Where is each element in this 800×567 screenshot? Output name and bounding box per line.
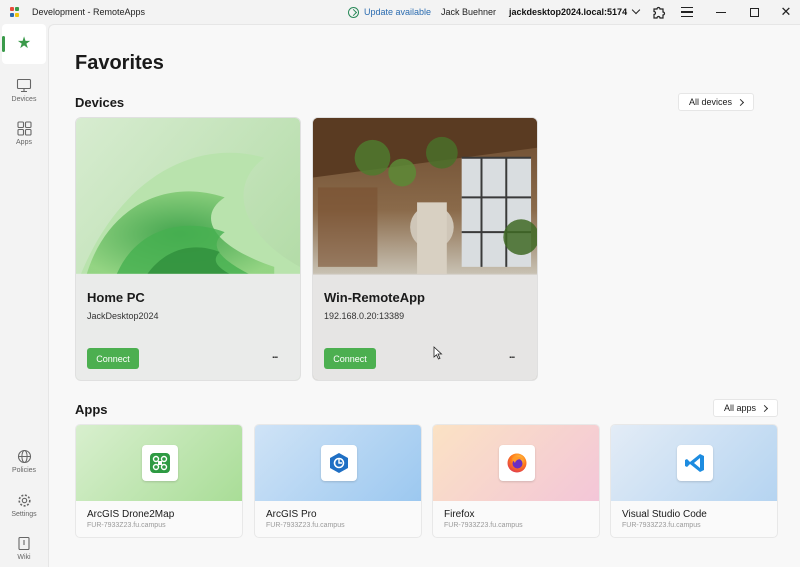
device-card-win-remoteapp[interactable]: Win-RemoteApp 192.168.0.20:13389 Connect… bbox=[312, 117, 538, 381]
page-title: Favorites bbox=[75, 52, 164, 74]
app-card-vscode[interactable]: Visual Studio Code FUR-7933Z23.fu.campus bbox=[610, 424, 778, 538]
sidebar-item-label: Wiki bbox=[17, 554, 31, 561]
device-name: Home PC bbox=[87, 290, 145, 305]
sidebar-item-favorites[interactable]: ★ bbox=[2, 24, 46, 64]
device-address: JackDesktop2024 bbox=[87, 311, 159, 321]
app-name: ArcGIS Drone2Map bbox=[87, 509, 175, 520]
device-address: 192.168.0.20:13389 bbox=[324, 311, 405, 321]
apps-section-title: Apps bbox=[75, 402, 108, 417]
all-apps-label: All apps bbox=[724, 403, 757, 413]
connect-button[interactable]: Connect bbox=[324, 348, 376, 369]
devices-section-title: Devices bbox=[75, 95, 125, 110]
user-name: Jack Buehner bbox=[441, 7, 497, 17]
close-button[interactable]: ✕ bbox=[778, 4, 794, 20]
sidebar-item-settings[interactable]: Settings bbox=[2, 485, 46, 525]
sidebar-item-devices[interactable]: Devices bbox=[2, 70, 46, 110]
app-host: FUR-7933Z23.fu.campus bbox=[87, 522, 166, 529]
mouse-cursor-icon bbox=[433, 346, 443, 360]
sidebar-item-apps[interactable]: Apps bbox=[2, 113, 46, 153]
all-apps-button[interactable]: All apps bbox=[713, 399, 779, 417]
window-title: Development - RemoteApps bbox=[32, 7, 146, 17]
vscode-icon bbox=[677, 445, 713, 481]
app-logo-icon bbox=[10, 7, 20, 17]
host-select[interactable]: jackdesktop2024.local:5174 bbox=[509, 4, 641, 20]
update-label: Update available bbox=[364, 7, 432, 17]
sidebar: ★ Devices Apps Policies Settings Wiki bbox=[0, 24, 48, 567]
chevron-down-icon bbox=[631, 5, 641, 15]
minimize-button[interactable] bbox=[713, 4, 729, 20]
sidebar-item-policies[interactable]: Policies bbox=[2, 441, 46, 481]
app-card-drone2map[interactable]: ArcGIS Drone2Map FUR-7933Z23.fu.campus bbox=[75, 424, 243, 538]
app-name: Firefox bbox=[444, 509, 475, 520]
sidebar-item-wiki[interactable]: Wiki bbox=[2, 528, 46, 567]
sidebar-item-label: Policies bbox=[11, 467, 37, 474]
more-options-button[interactable]: ... bbox=[272, 350, 278, 361]
drone2map-icon bbox=[142, 445, 178, 481]
extensions-button[interactable] bbox=[651, 4, 667, 20]
gear-icon bbox=[16, 492, 32, 508]
close-icon: ✕ bbox=[780, 4, 792, 19]
sidebar-item-label: Settings bbox=[11, 511, 37, 518]
monitor-icon bbox=[16, 77, 32, 93]
update-icon bbox=[348, 6, 359, 18]
update-available-button[interactable]: Update available bbox=[348, 5, 431, 19]
app-host: FUR-7933Z23.fu.campus bbox=[266, 522, 345, 529]
sidebar-item-label: Devices bbox=[11, 96, 37, 103]
maximize-icon bbox=[749, 7, 759, 17]
apps-grid-icon bbox=[16, 120, 32, 136]
app-host: FUR-7933Z23.fu.campus bbox=[622, 522, 701, 529]
all-devices-label: All devices bbox=[689, 97, 733, 107]
all-devices-button[interactable]: All devices bbox=[678, 93, 755, 111]
app-card-arcgis-pro[interactable]: ArcGIS Pro FUR-7933Z23.fu.campus bbox=[254, 424, 422, 538]
app-name: ArcGIS Pro bbox=[266, 509, 317, 520]
app-host: FUR-7933Z23.fu.campus bbox=[444, 522, 523, 529]
chevron-right-icon bbox=[760, 404, 769, 412]
device-name: Win-RemoteApp bbox=[324, 290, 425, 305]
more-options-button[interactable]: ... bbox=[509, 350, 515, 361]
chevron-right-icon bbox=[736, 98, 745, 106]
firefox-icon bbox=[499, 445, 535, 481]
sidebar-item-label: Apps bbox=[16, 139, 32, 146]
maximize-button[interactable] bbox=[746, 4, 762, 20]
device-card-home-pc[interactable]: Home PC JackDesktop2024 Connect ... bbox=[75, 117, 301, 381]
arcgis-pro-icon bbox=[321, 445, 357, 481]
app-card-firefox[interactable]: Firefox FUR-7933Z23.fu.campus bbox=[432, 424, 600, 538]
star-icon: ★ bbox=[16, 35, 32, 52]
title-bar: Development - RemoteApps Update availabl… bbox=[0, 0, 800, 24]
book-icon bbox=[16, 535, 32, 551]
puzzle-icon bbox=[653, 6, 666, 19]
app-name: Visual Studio Code bbox=[622, 509, 707, 520]
globe-icon bbox=[16, 448, 32, 464]
menu-button[interactable] bbox=[679, 4, 695, 20]
connect-button[interactable]: Connect bbox=[87, 348, 139, 369]
main-content: Favorites Devices All devices Home PC Ja… bbox=[48, 24, 800, 567]
host-select-value: jackdesktop2024.local:5174 bbox=[509, 7, 628, 17]
minimize-icon bbox=[716, 11, 726, 13]
